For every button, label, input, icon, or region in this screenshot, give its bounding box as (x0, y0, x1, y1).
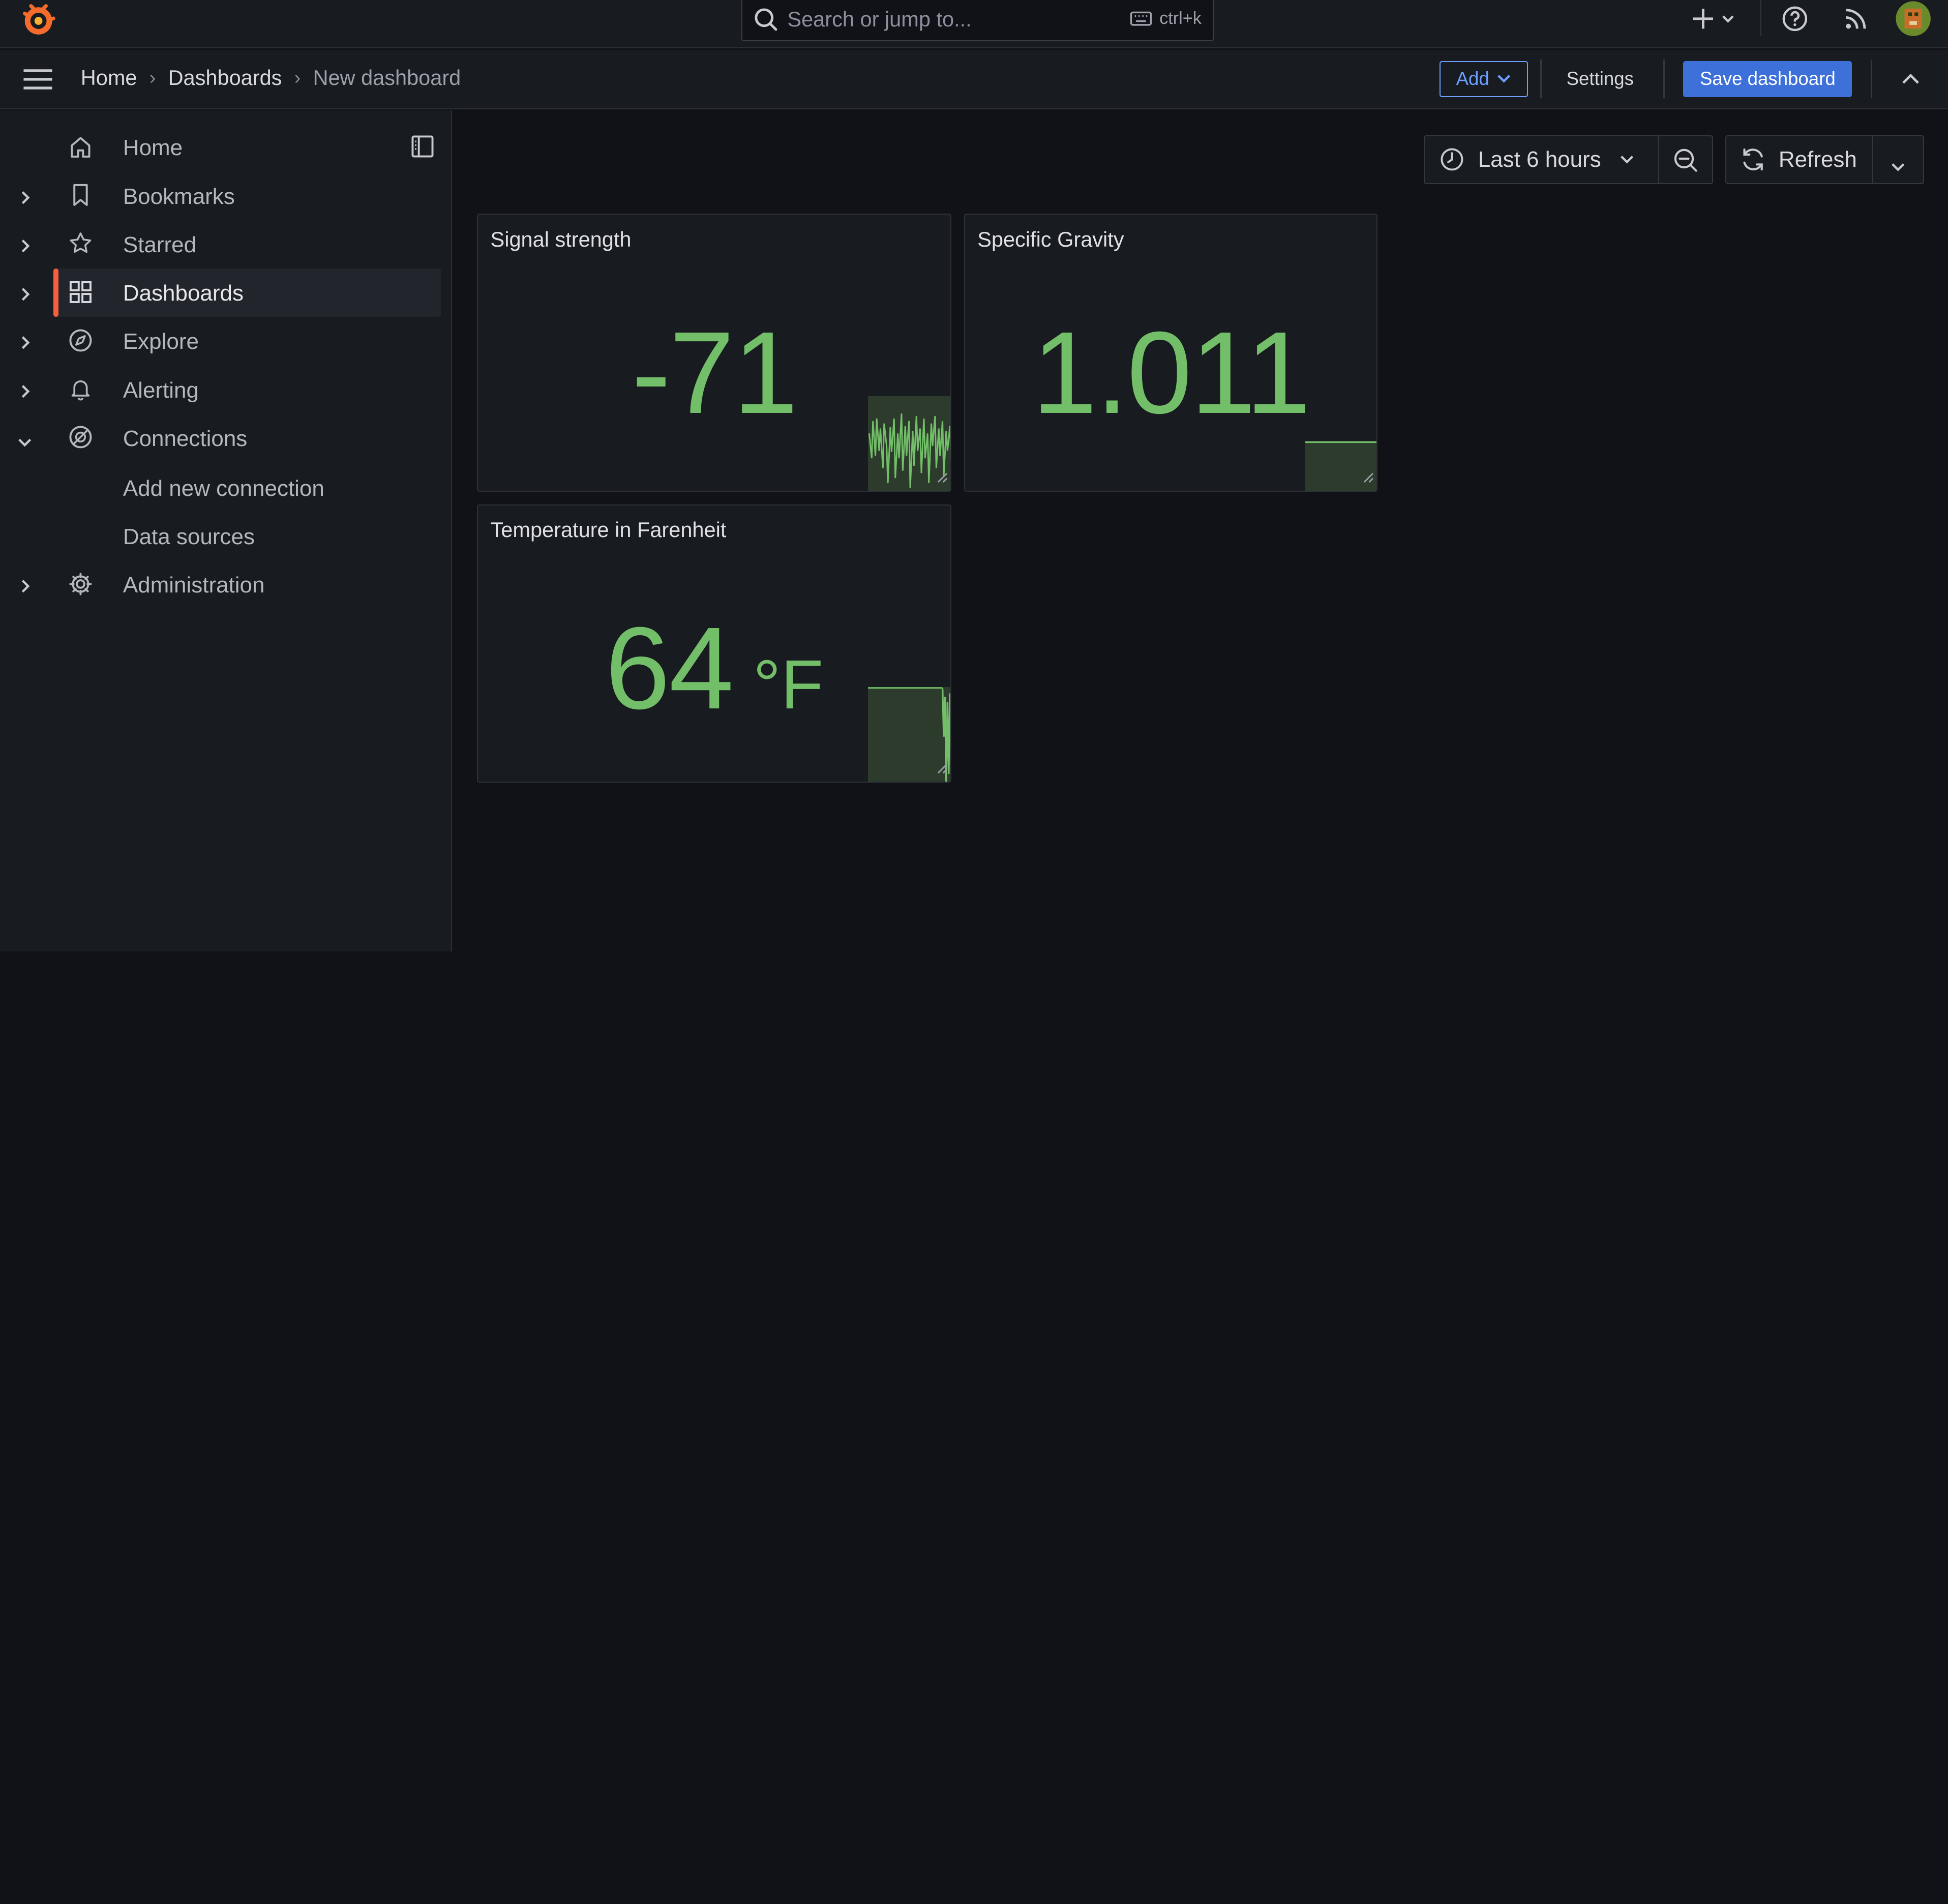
search-icon (754, 7, 778, 37)
resize-handle-icon[interactable] (936, 757, 948, 779)
panel-temperature[interactable]: Temperature in Farenheit 64 °F (477, 504, 952, 783)
home-icon (68, 134, 93, 164)
news-rss-icon[interactable] (1842, 5, 1870, 38)
chevron-right-icon[interactable] (19, 188, 31, 210)
sidebar-item-dashboards[interactable]: Dashboards (53, 268, 441, 317)
chevron-down-icon (1891, 155, 1905, 177)
chevron-up-icon[interactable] (1901, 70, 1921, 92)
search-input[interactable]: Search or jump to... ctrl+k (741, 0, 1214, 41)
sidebar-item-add-new-connection[interactable]: Add new connection (0, 463, 442, 512)
stat-unit: °F (753, 645, 824, 724)
sidebar-item-label: Alerting (123, 377, 199, 403)
sidebar-item-label: Starred (123, 232, 197, 257)
panel-title: Specific Gravity (977, 227, 1124, 251)
sidebar-item-label: Explore (123, 329, 199, 354)
menu-icon[interactable] (22, 68, 53, 96)
panel-title: Temperature in Farenheit (490, 518, 727, 542)
sidebar-item-label: Add new connection (123, 475, 324, 501)
compass-icon (68, 328, 93, 358)
refresh-label: Refresh (1778, 146, 1857, 172)
settings-button[interactable]: Settings (1567, 68, 1634, 90)
sidebar-item-explore[interactable]: Explore (0, 317, 442, 365)
avatar[interactable] (1895, 0, 1932, 42)
add-label: Add (1456, 68, 1489, 90)
sidebar-item-bookmarks[interactable]: Bookmarks (0, 171, 442, 220)
sidebar-item-label: Administration (123, 573, 265, 598)
clock-icon (1440, 147, 1464, 172)
panel-title: Signal strength (490, 227, 632, 251)
panel-specific-gravity[interactable]: Specific Gravity 1.011 (964, 214, 1378, 492)
add-button[interactable]: Add (1440, 61, 1528, 97)
sidebar-item-label: Data sources (123, 524, 255, 549)
bell-icon (68, 376, 93, 406)
resize-handle-icon[interactable] (1362, 466, 1374, 489)
breadcrumb-current: New dashboard (313, 66, 461, 90)
chevron-right-icon[interactable] (19, 236, 31, 258)
breadcrumb-dashboards[interactable]: Dashboards (168, 66, 282, 90)
chevron-down-icon[interactable] (17, 431, 32, 454)
new-plus-icon[interactable] (1691, 5, 1738, 38)
breadcrumb: Home › Dashboards › New dashboard (81, 66, 461, 90)
breadcrumb-home[interactable]: Home (81, 66, 137, 90)
sidebar-item-label: Connections (123, 426, 248, 451)
sidebar-item-label: Dashboards (123, 281, 244, 306)
chevron-right-icon[interactable] (19, 333, 31, 355)
cog-icon (68, 572, 93, 602)
chevron-down-icon (1497, 75, 1511, 83)
sidebar-item-label: Bookmarks (123, 184, 235, 209)
time-range-picker[interactable]: Last 6 hours (1423, 135, 1660, 184)
sidebar-item-alerting[interactable]: Alerting (0, 365, 442, 413)
search-shortcut: ctrl+k (1159, 8, 1202, 28)
star-icon (68, 231, 93, 261)
stat-value: 1.011 (1032, 307, 1311, 438)
chevron-down-icon (1620, 155, 1634, 165)
chevron-right-icon[interactable] (19, 381, 31, 404)
zoom-out-button[interactable] (1658, 135, 1713, 184)
apps-icon (68, 280, 93, 310)
save-dashboard-button[interactable]: Save dashboard (1683, 61, 1852, 97)
help-icon[interactable] (1781, 5, 1809, 38)
stat-value: 64 (605, 603, 734, 734)
keyboard-icon (1130, 11, 1152, 26)
zoom-out-icon (1673, 147, 1699, 178)
time-range-label: Last 6 hours (1478, 146, 1601, 172)
sidebar-item-administration[interactable]: Administration (0, 560, 442, 609)
sidebar-item-connections[interactable]: Connections (0, 414, 442, 462)
sidebar-item-data-sources[interactable]: Data sources (0, 512, 442, 560)
chevron-right-icon: › (149, 67, 156, 88)
side-menu: Home Bookmarks Starred Dashboards Explor… (0, 110, 453, 952)
bookmark-icon (68, 183, 93, 213)
grafana-logo-icon[interactable] (20, 1, 57, 38)
refresh-button[interactable]: Refresh (1725, 135, 1874, 184)
top-bar: Search or jump to... ctrl+k (0, 0, 1948, 49)
chevron-right-icon: › (294, 67, 301, 88)
sync-icon (1740, 146, 1766, 172)
link-icon (68, 425, 93, 455)
sidebar-item-home[interactable]: Home (0, 123, 442, 171)
refresh-interval-dropdown[interactable] (1872, 135, 1925, 184)
resize-handle-icon[interactable] (936, 466, 948, 489)
chevron-right-icon[interactable] (19, 577, 31, 599)
dashboard-toolbar: Home › Dashboards › New dashboard Add Se… (0, 49, 1948, 109)
search-placeholder: Search or jump to... (787, 7, 972, 32)
panel-signal-strength[interactable]: Signal strength -71 (477, 214, 952, 492)
sidebar-item-starred[interactable]: Starred (0, 220, 442, 268)
sidebar-item-label: Home (123, 135, 183, 161)
chevron-right-icon[interactable] (19, 284, 31, 307)
